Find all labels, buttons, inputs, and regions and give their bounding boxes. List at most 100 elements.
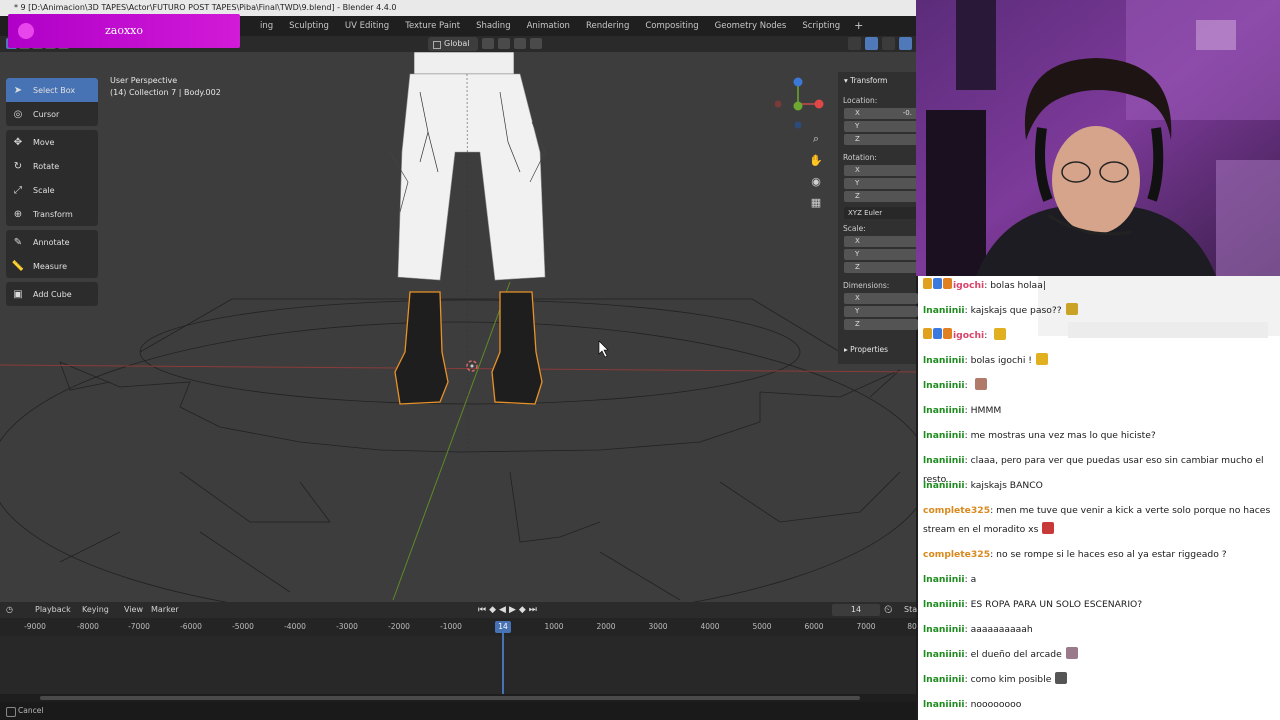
scale-y-field[interactable]: Y (844, 249, 918, 260)
workspace-tab[interactable]: UV Editing (337, 16, 397, 36)
chat-username[interactable]: complete325 (923, 505, 990, 516)
jump-start-icon[interactable]: ⏮ (478, 605, 486, 615)
chat-username[interactable]: lnaniinii (923, 649, 965, 660)
jump-end-icon[interactable]: ⏭ (529, 605, 537, 615)
tool-move[interactable]: ✥ Move (6, 130, 98, 154)
chat-username[interactable]: lnaniinii (923, 405, 965, 416)
tool-select-box[interactable]: ➤ Select Box (6, 78, 98, 102)
blender-window: * 9 [D:\Animacion\3D TAPES\Actor\FUTURO … (0, 0, 918, 720)
location-y-field[interactable]: Y (844, 121, 918, 132)
chat-username[interactable]: lnaniinii (923, 599, 965, 610)
play-reverse-icon[interactable]: ◀ (499, 605, 506, 615)
timeline-body[interactable]: 14 -9000 -8000 -7000 -6000 -5000 -4000 -3000 -2… (0, 618, 917, 702)
3d-cursor (466, 360, 478, 372)
visibility-icon[interactable] (848, 37, 861, 50)
clock-icon[interactable]: ⏲ (884, 602, 893, 618)
dimensions-x-field[interactable]: X (844, 293, 918, 304)
chat-username[interactable]: lnaniinii (923, 305, 965, 316)
workspace-tab[interactable]: Animation (519, 16, 578, 36)
scrollbar-thumb[interactable] (40, 696, 860, 700)
dimensions-y-field[interactable]: Y (844, 306, 918, 317)
chat-username[interactable]: lnaniinii (923, 380, 965, 391)
transform-section-title[interactable]: ▾ Transform (844, 76, 887, 85)
overlay-icon[interactable] (882, 37, 895, 50)
tool-cursor[interactable]: ◎ Cursor (6, 102, 98, 126)
chat-message: lnaniinii: como kim posible (923, 670, 1277, 689)
chat-username[interactable]: lnaniinii (923, 430, 965, 441)
proportional-edit-icon[interactable] (530, 38, 542, 49)
timeline-scrollbar[interactable] (0, 694, 916, 702)
prev-keyframe-icon[interactable]: ◆ (489, 605, 496, 615)
timeline-tick-label: -7000 (128, 622, 150, 631)
chat-message: lnaniinii: noooooooo (923, 695, 1277, 714)
chat-message: igochi: bolas holaa| (923, 276, 1277, 295)
axis-y-label: Y (855, 122, 860, 130)
chat-username[interactable]: lnaniinii (923, 455, 965, 466)
zoom-icon[interactable]: ⌕ (808, 132, 824, 146)
playhead-frame[interactable]: 14 (495, 621, 511, 633)
keying-menu[interactable]: Keying (82, 602, 109, 618)
chat-username[interactable]: complete325 (923, 549, 990, 560)
pan-hand-icon[interactable]: ✋ (808, 153, 824, 167)
ortho-grid-icon[interactable]: ▦ (808, 195, 824, 209)
rotation-z-field[interactable]: Z (844, 191, 918, 202)
rotation-mode-select[interactable]: XYZ Euler (844, 207, 918, 219)
current-frame-field[interactable]: 14 (832, 604, 880, 616)
dimensions-z-field[interactable]: Z (844, 319, 918, 330)
snap-target-icon[interactable] (514, 38, 526, 49)
tool-rotate[interactable]: ↻ Rotate (6, 154, 98, 178)
view-menu[interactable]: View (124, 602, 143, 618)
workspace-tab[interactable]: Sculpting (281, 16, 337, 36)
properties-section-title[interactable]: ▸ Properties (844, 345, 888, 354)
pivot-icon[interactable] (482, 38, 494, 49)
playhead-line[interactable] (502, 633, 504, 699)
next-keyframe-icon[interactable]: ◆ (519, 605, 526, 615)
chat-username[interactable]: lnaniinii (923, 355, 965, 366)
tool-group: ➤ Select Box ◎ Cursor (6, 78, 98, 126)
tool-measure[interactable]: 📏 Measure (6, 254, 98, 278)
tool-add-cube[interactable]: ▣ Add Cube (6, 282, 98, 306)
rotation-y-field[interactable]: Y (844, 178, 918, 189)
view-name: User Perspective (110, 76, 178, 85)
tool-scale[interactable]: ⤢ Scale (6, 178, 98, 202)
timeline-ruler[interactable]: 14 -9000 -8000 -7000 -6000 -5000 -4000 -3000 -2… (0, 618, 917, 636)
workspace-tab[interactable]: Rendering (578, 16, 637, 36)
tool-label: Measure (33, 261, 67, 271)
chat-username[interactable]: lnaniinii (923, 480, 965, 491)
play-icon[interactable]: ▶ (509, 605, 516, 615)
3d-viewport[interactable]: User Perspective (14) Collection 7 | Bod… (0, 52, 916, 602)
transform-orientation-dropdown[interactable]: Global (428, 37, 478, 51)
editor-type-icon[interactable]: ◷ (6, 602, 13, 618)
marker-menu[interactable]: Marker (151, 602, 179, 618)
chat-username[interactable]: lnaniinii (923, 674, 965, 685)
chat-text: ES ROPA PARA UN SOLO ESCENARIO? (970, 599, 1143, 610)
gizmo-toggle-icon[interactable] (865, 37, 878, 50)
workspace-tab[interactable]: Scripting (794, 16, 848, 36)
chat-username[interactable]: lnaniinii (923, 624, 965, 635)
add-workspace-button[interactable]: + (848, 16, 869, 36)
playback-menu[interactable]: Playback (35, 602, 71, 618)
tool-transform[interactable]: ⊕ Transform (6, 202, 98, 226)
workspace-tab[interactable]: Texture Paint (397, 16, 468, 36)
snap-icon[interactable] (498, 38, 510, 49)
location-x-field[interactable]: X -0. (844, 108, 918, 119)
chat-username[interactable]: igochi (953, 280, 984, 291)
xray-icon[interactable] (899, 37, 912, 50)
tool-annotate[interactable]: ✎ Annotate (6, 230, 98, 254)
chat-username[interactable]: lnaniinii (923, 574, 965, 585)
workspace-tab[interactable]: Geometry Nodes (707, 16, 795, 36)
camera-view-icon[interactable]: ◉ (808, 174, 824, 188)
chat-username[interactable]: lnaniinii (923, 699, 965, 710)
scale-x-field[interactable]: X (844, 236, 918, 247)
workspace-tab[interactable]: Compositing (637, 16, 706, 36)
workspace-tab[interactable]: ing (252, 16, 281, 36)
start-frame-label[interactable]: Sta (904, 602, 917, 618)
rotation-x-field[interactable]: X (844, 165, 918, 176)
chat-message: lnaniinii: ES ROPA PARA UN SOLO ESCENARI… (923, 595, 1277, 614)
chat-username[interactable]: igochi (953, 330, 984, 341)
chat-message: lnaniinii: HMMM (923, 401, 1277, 420)
location-z-field[interactable]: Z (844, 134, 918, 145)
workspace-tab[interactable]: Shading (468, 16, 519, 36)
tool-group: ▣ Add Cube (6, 282, 98, 306)
scale-z-field[interactable]: Z (844, 262, 918, 273)
